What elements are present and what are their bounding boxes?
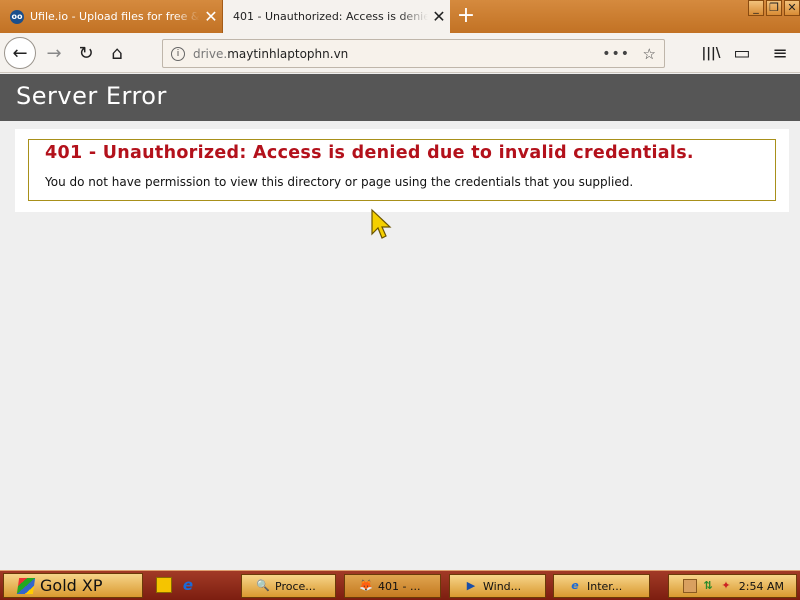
tray-shield-icon[interactable]: ✦ xyxy=(719,579,733,593)
tab-strip: oo Ufile.io - Upload files for free & sh… xyxy=(0,0,800,33)
site-info-icon[interactable]: i xyxy=(171,46,185,61)
address-bar[interactable]: i drive. maytinhlaptophn.vn ••• ☆ xyxy=(162,39,665,68)
window-controls: _ ❐ ✕ xyxy=(748,0,800,16)
quicklaunch-folder-icon[interactable] xyxy=(156,577,172,593)
error-title: 401 - Unauthorized: Access is denied due… xyxy=(45,143,694,163)
firefox-icon: 🦊 xyxy=(359,579,373,592)
task-label: Inter... xyxy=(587,579,623,593)
task-windows-media[interactable]: ▶ Wind... xyxy=(449,574,546,598)
quicklaunch-ie-icon[interactable]: e xyxy=(180,577,196,593)
sidebar-icon[interactable]: ▭ xyxy=(728,39,756,67)
minimize-button[interactable]: _ xyxy=(748,0,764,16)
clock: 2:54 AM xyxy=(738,579,784,593)
tray-app-icon[interactable] xyxy=(683,579,697,593)
task-process[interactable]: 🔍 Proce... xyxy=(241,574,336,598)
back-button[interactable]: ← xyxy=(4,37,36,69)
library-icon[interactable]: |||\ xyxy=(697,39,725,67)
task-label: Wind... xyxy=(483,579,522,593)
task-firefox-active[interactable]: 🦊 401 - ... xyxy=(344,574,441,598)
reload-button[interactable]: ↻ xyxy=(72,39,100,67)
new-tab-button[interactable]: + xyxy=(454,4,478,28)
page-title: Server Error xyxy=(16,82,167,110)
ufile-favicon-icon: oo xyxy=(10,9,24,24)
url-host-prefix: drive. xyxy=(193,46,228,61)
tab-close-icon[interactable]: ✕ xyxy=(428,7,450,26)
taskbar: Gold XP e 🔍 Proce... 🦊 401 - ... ▶ Wind.… xyxy=(0,570,800,600)
url-domain: maytinhlaptophn.vn xyxy=(227,46,349,61)
server-error-header: Server Error xyxy=(0,74,800,121)
windows-flag-icon xyxy=(16,577,36,594)
page-actions-icon[interactable]: ••• xyxy=(602,46,630,62)
bookmark-star-icon[interactable]: ☆ xyxy=(643,45,656,63)
error-message: You do not have permission to view this … xyxy=(45,175,634,189)
start-label: Gold XP xyxy=(40,576,103,595)
error-content: 401 - Unauthorized: Access is denied due… xyxy=(15,129,789,212)
tab-title: Ufile.io - Upload files for free & share xyxy=(30,10,200,23)
system-tray: ⇅ ✦ 2:54 AM xyxy=(668,574,797,598)
forward-button[interactable]: → xyxy=(40,39,68,67)
task-internet-explorer[interactable]: e Inter... xyxy=(553,574,650,598)
start-button[interactable]: Gold XP xyxy=(3,573,143,598)
media-player-icon: ▶ xyxy=(466,579,476,592)
mouse-cursor-icon xyxy=(371,208,392,239)
task-label: Proce... xyxy=(275,579,316,593)
tab-ufile[interactable]: oo Ufile.io - Upload files for free & sh… xyxy=(0,0,222,33)
menu-icon[interactable]: ≡ xyxy=(766,39,794,67)
tab-401-active[interactable]: 401 - Unauthorized: Access is denied due… xyxy=(222,0,450,33)
navigation-toolbar: ← → ↻ ⌂ i drive. maytinhlaptophn.vn ••• ☆… xyxy=(0,33,800,73)
process-icon: 🔍 xyxy=(256,579,270,592)
task-label: 401 - ... xyxy=(378,579,421,593)
close-window-button[interactable]: ✕ xyxy=(784,0,800,16)
tab-title: 401 - Unauthorized: Access is denied due… xyxy=(233,10,428,23)
ie-icon: e xyxy=(571,579,579,592)
tab-close-icon[interactable]: ✕ xyxy=(200,7,222,26)
home-button[interactable]: ⌂ xyxy=(103,39,131,67)
error-box: 401 - Unauthorized: Access is denied due… xyxy=(28,139,776,201)
tray-network-icon[interactable]: ⇅ xyxy=(701,579,715,593)
maximize-button[interactable]: ❐ xyxy=(766,0,782,16)
